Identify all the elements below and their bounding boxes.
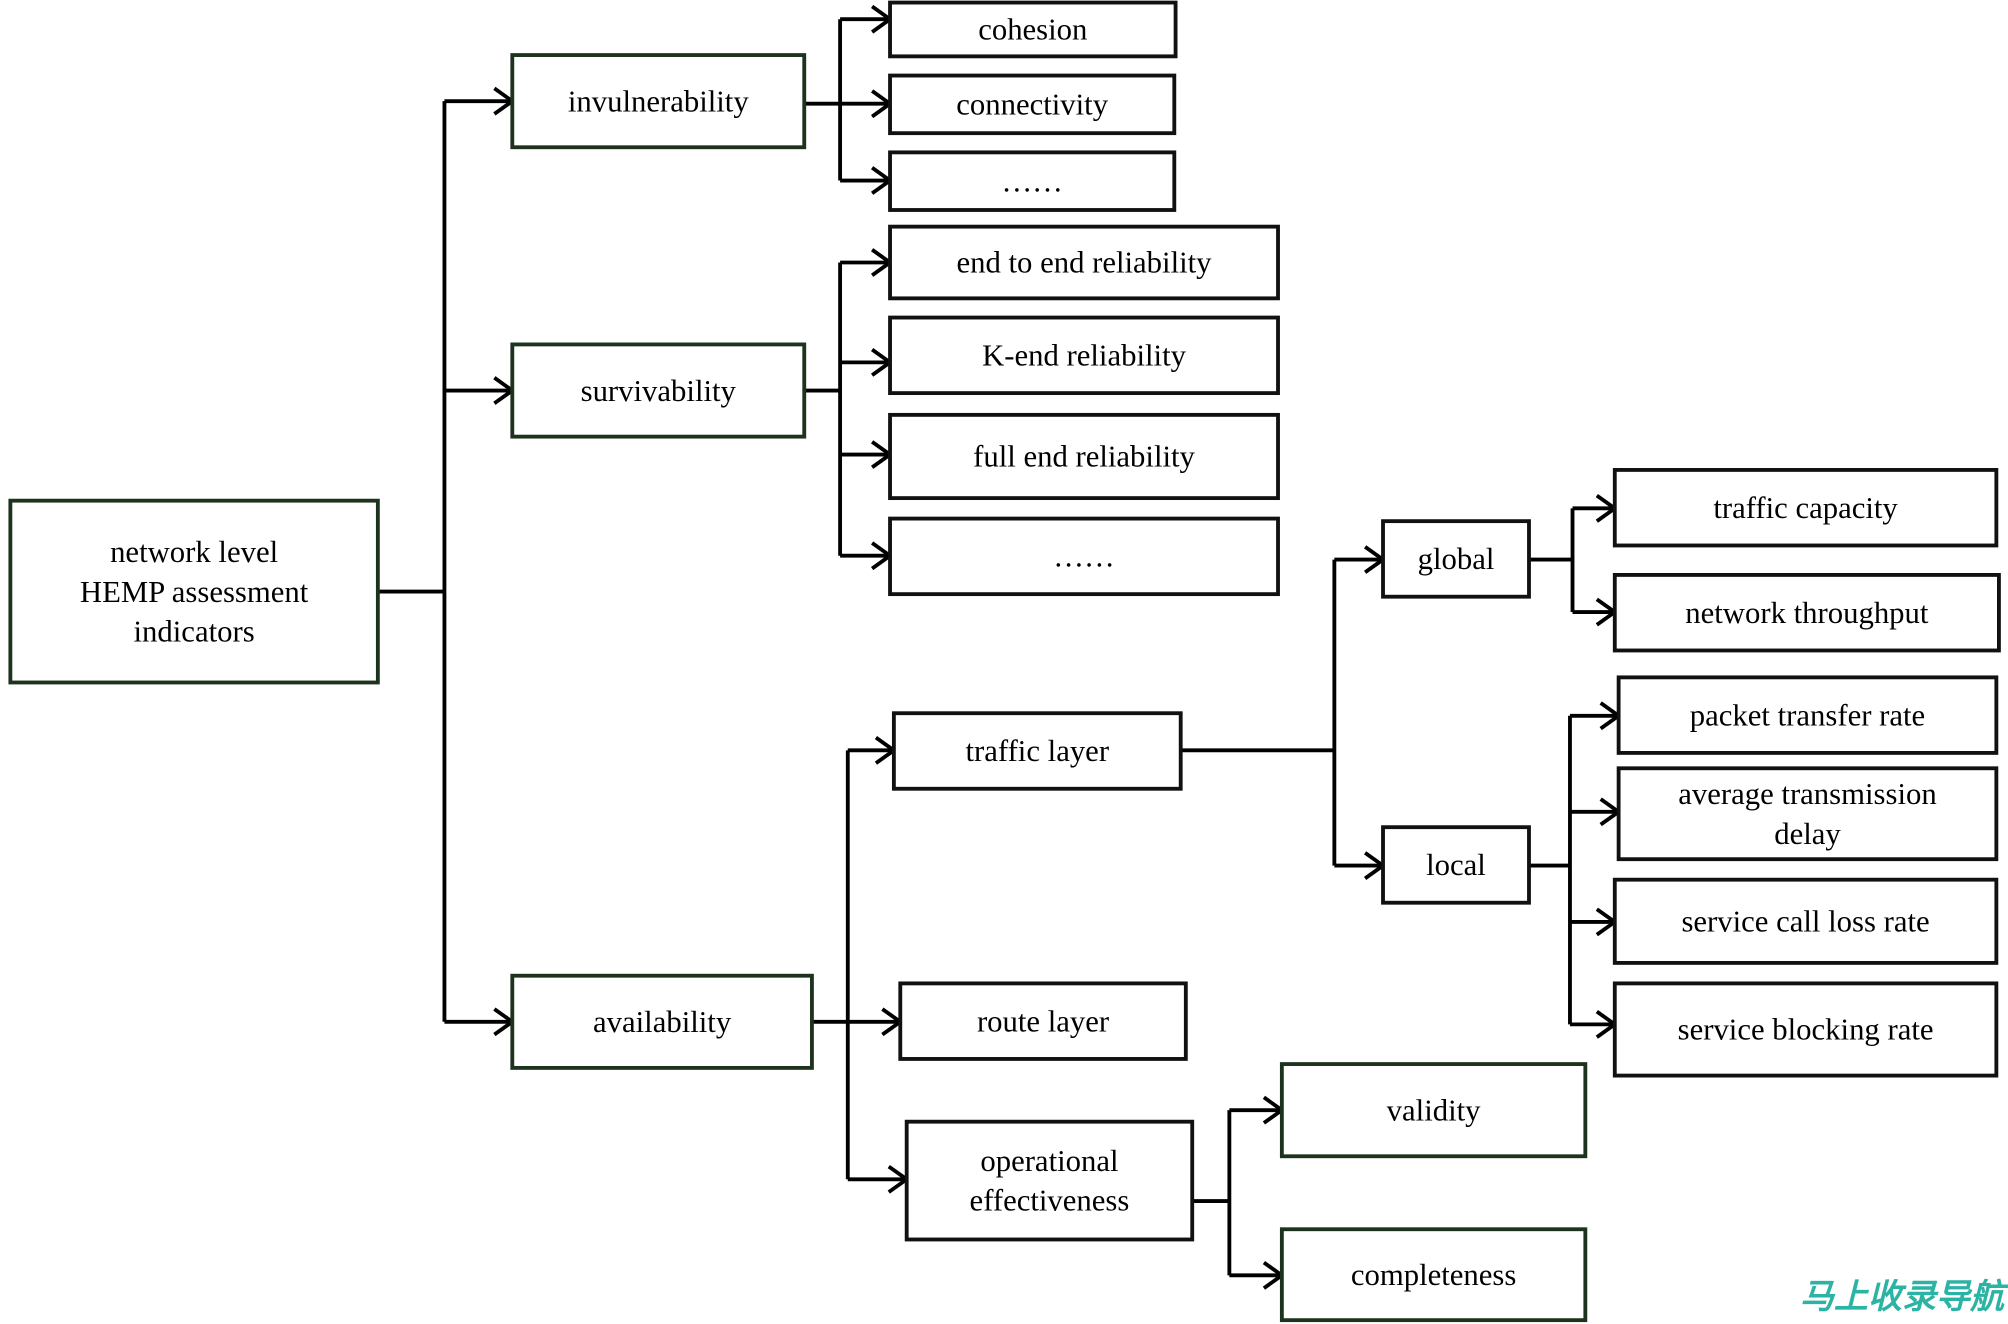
node-availability: availability (510, 973, 814, 1070)
watermark-logo: 马上收录导航 (1800, 1277, 2004, 1317)
node-average-transmission-delay: average transmission delay (1616, 766, 1999, 862)
node-label: end to end reliability (956, 246, 1212, 280)
node-ellipsis-2: …… (888, 516, 1280, 597)
node-label: service blocking rate (1678, 1013, 1934, 1047)
node-label: traffic layer (966, 734, 1110, 768)
node-label: local (1426, 848, 1486, 882)
node-local: local (1381, 825, 1531, 905)
node-k-end-reliability: K-end reliability (888, 315, 1280, 396)
node-label: …… (1001, 164, 1062, 198)
node-label: global (1418, 542, 1495, 576)
node-label: HEMP assessment (80, 575, 309, 609)
node-label: completeness (1351, 1258, 1517, 1292)
indicator-tree-diagram: network level HEMP assessment indicators in… (8, 0, 2001, 1323)
nodes: network level HEMP assessment indicators in… (8, 0, 2001, 1323)
node-label: operational (980, 1144, 1118, 1178)
node-end-to-end-reliability: end to end reliability (888, 224, 1280, 301)
connector-availability (811, 735, 910, 1194)
connector-root (377, 86, 516, 1037)
node-label: average transmission (1678, 777, 1936, 811)
node-label: indicators (134, 615, 255, 649)
node-invulnerability: invulnerability (510, 53, 807, 150)
connector-traffic-layer (1180, 545, 1387, 880)
node-survivability: survivability (510, 342, 807, 439)
node-service-call-loss-rate: service call loss rate (1612, 877, 1999, 965)
node-label: network throughput (1685, 596, 1929, 630)
node-connectivity: connectivity (888, 73, 1177, 136)
node-label: survivability (581, 374, 737, 408)
node-full-end-reliability: full end reliability (888, 412, 1280, 501)
node-label: invulnerability (568, 84, 750, 118)
node-label: availability (593, 1005, 732, 1039)
connector-survivability (804, 248, 894, 571)
node-box (904, 1119, 1195, 1242)
node-operational-effectiveness: operational effectiveness (904, 1119, 1195, 1242)
node-ellipsis-1: …… (888, 150, 1177, 212)
node-label: validity (1387, 1093, 1481, 1127)
node-cohesion: cohesion (888, 0, 1178, 59)
node-root: network level HEMP assessment indicators (8, 498, 380, 685)
node-label: …… (1053, 540, 1114, 574)
connector-global (1528, 493, 1619, 627)
node-global: global (1381, 519, 1531, 599)
node-label: traffic capacity (1713, 491, 1898, 525)
connector-invulnerability (804, 4, 894, 195)
node-packet-transfer-rate: packet transfer rate (1616, 675, 1999, 755)
node-traffic-capacity: traffic capacity (1612, 468, 1999, 548)
node-validity: validity (1279, 1062, 1588, 1159)
node-label: network level (110, 535, 278, 569)
node-label: full end reliability (973, 440, 1195, 474)
node-traffic-layer: traffic layer (891, 711, 1183, 791)
node-label: cohesion (978, 13, 1087, 47)
node-label: packet transfer rate (1690, 698, 1925, 732)
node-label: connectivity (956, 88, 1108, 122)
node-completeness: completeness (1279, 1227, 1588, 1323)
node-label: delay (1774, 817, 1841, 851)
node-label: route layer (977, 1004, 1109, 1038)
connector-operational-effectiveness (1192, 1095, 1286, 1290)
node-label: K-end reliability (982, 339, 1187, 373)
node-label: service call loss rate (1681, 905, 1929, 939)
node-label: effectiveness (970, 1184, 1130, 1218)
node-network-throughput: network throughput (1612, 573, 2001, 653)
connector-local (1528, 701, 1622, 1039)
node-service-blocking-rate: service blocking rate (1612, 981, 1999, 1078)
node-route-layer: route layer (898, 981, 1188, 1061)
